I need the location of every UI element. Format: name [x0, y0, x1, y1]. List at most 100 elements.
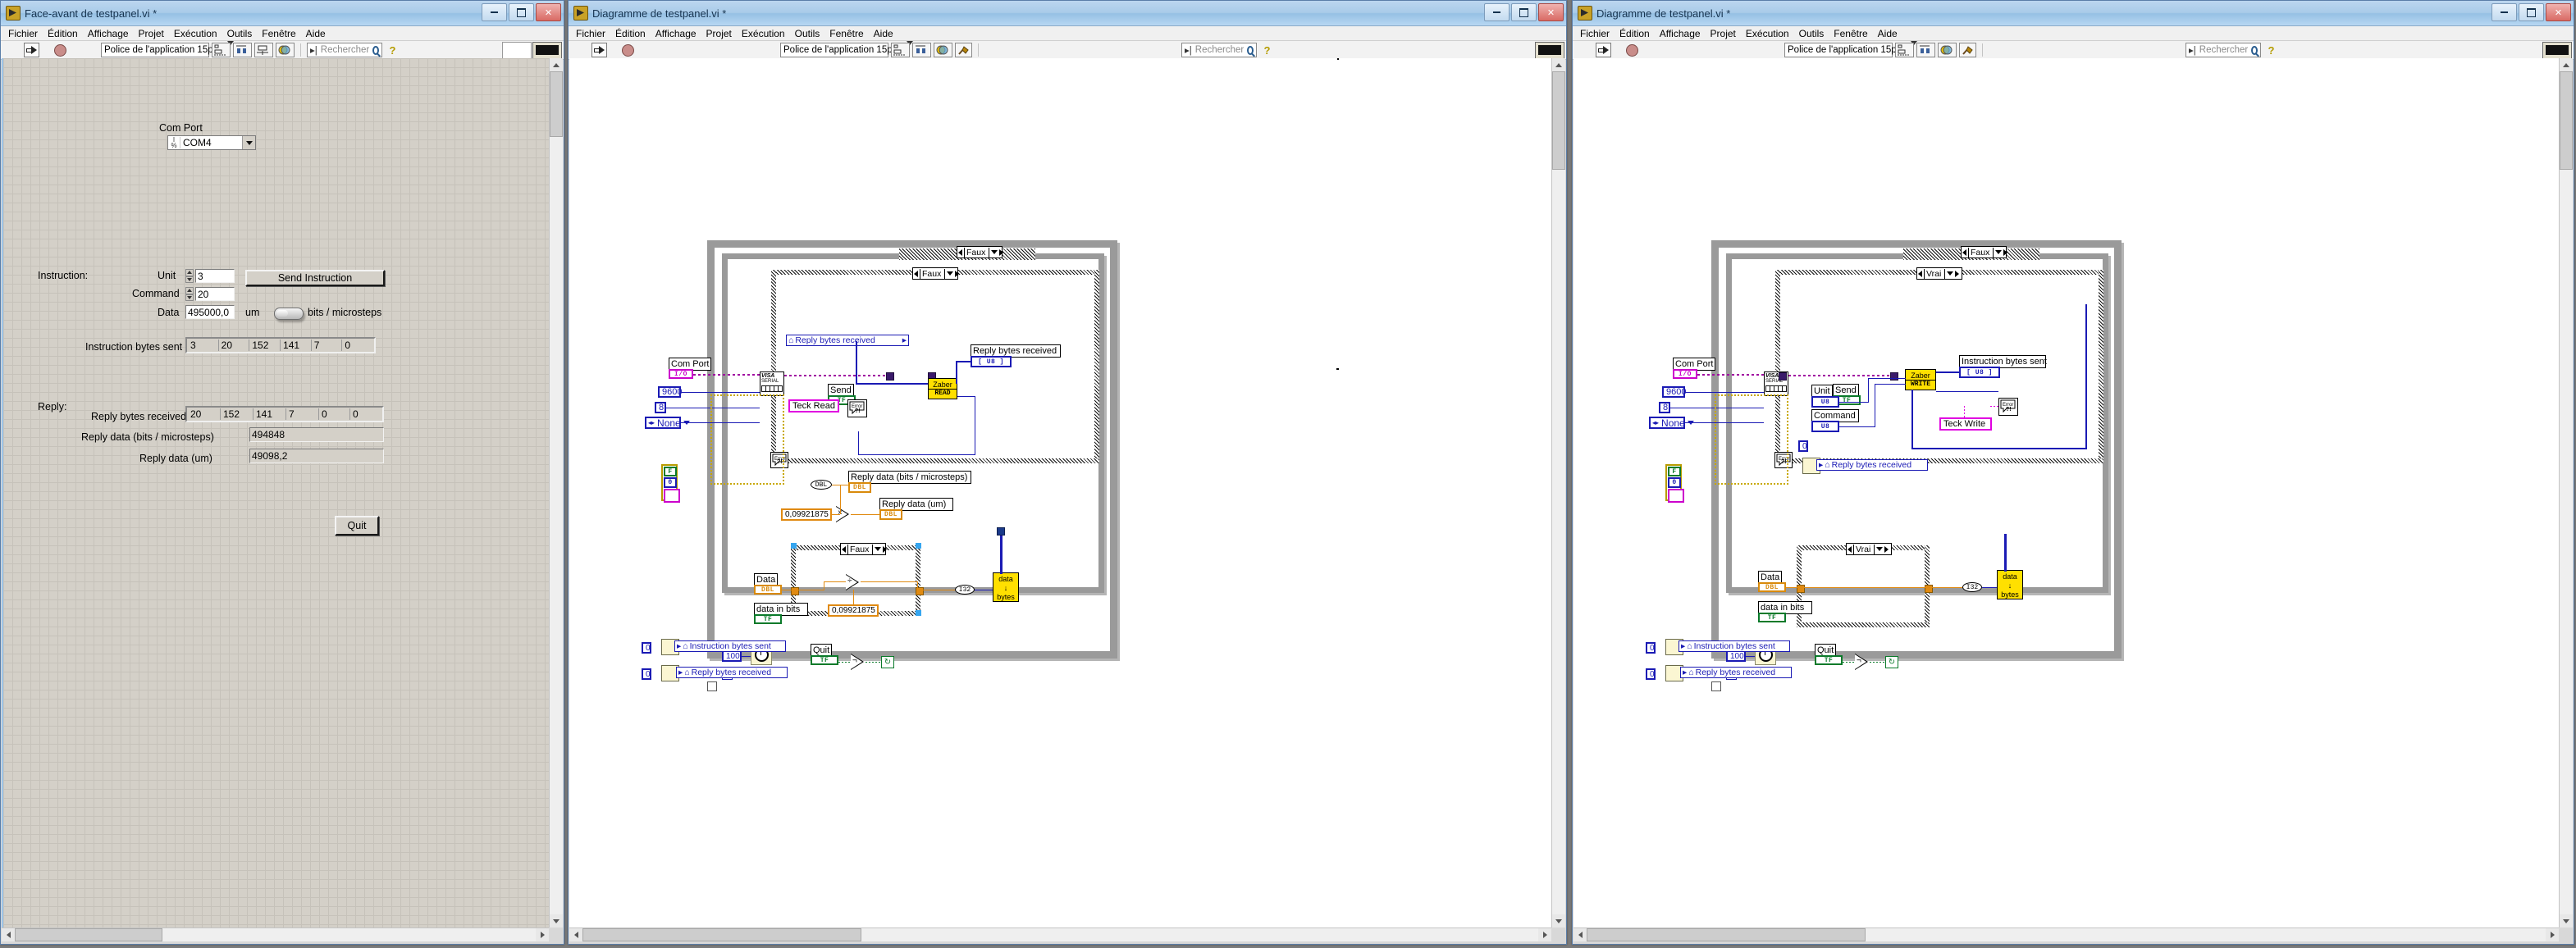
- tunnel-visa-outer[interactable]: [1890, 372, 1898, 381]
- front-window-buttons[interactable]: ✕: [482, 3, 561, 21]
- tunnel-data-bytes[interactable]: [997, 527, 1005, 536]
- wait-ms-constant[interactable]: 100: [722, 650, 742, 662]
- i32-conversion-node[interactable]: I32: [955, 585, 975, 595]
- menu-projet[interactable]: Projet: [135, 27, 168, 40]
- clean-up-diagram-button[interactable]: [1959, 43, 1976, 57]
- send-instruction-button[interactable]: Send Instruction: [245, 270, 385, 286]
- unit-terminal[interactable]: U8: [1811, 396, 1839, 408]
- middle-toolbar[interactable]: Police de l'application 15pts ▸| R: [569, 41, 1566, 60]
- menu-fichier[interactable]: Fichier: [1576, 27, 1614, 40]
- unit-spinner[interactable]: [185, 269, 194, 283]
- abort-button[interactable]: [53, 43, 68, 57]
- scale-constant-lower[interactable]: 0,09921875: [828, 604, 879, 617]
- maximize-button[interactable]: [1511, 3, 1537, 21]
- com-port-terminal[interactable]: I/O: [669, 369, 693, 379]
- data-to-bytes-subvi[interactable]: data ↓ bytes: [1997, 570, 2023, 599]
- font-selector[interactable]: Police de l'application 15pts: [780, 43, 888, 57]
- data-to-bytes-subvi[interactable]: data ↓ bytes: [993, 572, 1019, 602]
- case-prev-icon[interactable]: [1918, 271, 1922, 277]
- command-input[interactable]: 20: [195, 287, 235, 301]
- search-icon[interactable]: [2251, 46, 2258, 55]
- context-help-button[interactable]: ?: [385, 43, 400, 57]
- visa-serial-configure-node[interactable]: VISA SERIAL: [760, 371, 784, 396]
- case-dropdown-icon[interactable]: [1995, 250, 2002, 254]
- maximize-button[interactable]: [509, 3, 534, 21]
- case-selector-lower[interactable]: Vrai: [1846, 543, 1892, 555]
- com-port-ring[interactable]: I% COM4: [167, 135, 256, 150]
- zero-constant-b[interactable]: 0: [642, 668, 651, 680]
- menu-fenetre[interactable]: Fenêtre: [1829, 27, 1871, 40]
- close-button[interactable]: ✕: [2546, 3, 2571, 21]
- right-toolbar[interactable]: Police de l'application 15pts ▸| R: [1573, 41, 2574, 60]
- error-cluster-constant[interactable]: F 0: [661, 464, 678, 501]
- case-next-icon[interactable]: [999, 249, 1003, 256]
- reply-data-bits-terminal[interactable]: DBL: [848, 482, 871, 493]
- quit-button[interactable]: Quit: [335, 516, 379, 536]
- divide-function[interactable]: ÷: [846, 574, 861, 590]
- tunnel-data-in[interactable]: [1797, 585, 1805, 593]
- case-next-icon[interactable]: [1955, 271, 1959, 277]
- resize-objects-button[interactable]: [254, 43, 273, 57]
- reorder-objects-button[interactable]: [1938, 43, 1957, 57]
- case-next-icon[interactable]: [955, 271, 959, 277]
- reply-bytes-local-variable[interactable]: ▸ ⌂ Reply bytes received: [1816, 459, 1928, 471]
- right-titlebar[interactable]: Diagramme de testpanel.vi * ✕: [1573, 1, 2574, 26]
- zero-constant-b[interactable]: 0: [1646, 668, 1656, 680]
- case-next-icon[interactable]: [2003, 249, 2007, 256]
- data-terminal[interactable]: DBL: [754, 585, 782, 595]
- not-function[interactable]: ¬: [1855, 654, 1870, 670]
- middle-vertical-scrollbar[interactable]: [1551, 58, 1565, 927]
- reply-bytes-local-variable-bottom[interactable]: ▸ ⌂ Reply bytes received: [1680, 667, 1792, 678]
- middle-diagram-canvas[interactable]: Faux Faux Com Port I/O 9600 8 ◂▸ None: [569, 58, 1551, 927]
- menu-aide[interactable]: Aide: [302, 27, 330, 40]
- search-input[interactable]: ▸| Rechercher: [1181, 43, 1257, 57]
- case-selector-inner[interactable]: Faux: [912, 267, 958, 280]
- front-toolbar[interactable]: Police de l'application 15pts ▸| R: [1, 41, 564, 60]
- tunnel-data-out[interactable]: [1925, 585, 1933, 593]
- menu-fenetre[interactable]: Fenêtre: [825, 27, 867, 40]
- case-prev-icon[interactable]: [914, 271, 918, 277]
- right-vertical-scrollbar[interactable]: [2559, 58, 2573, 927]
- tunnel-visa-inner[interactable]: [1779, 372, 1787, 381]
- wait-ms-constant[interactable]: 100: [1726, 650, 1746, 662]
- case-prev-icon[interactable]: [958, 249, 962, 256]
- teck-read-string-constant[interactable]: Teck Read: [788, 399, 839, 412]
- maximize-button[interactable]: [2519, 3, 2544, 21]
- case-selector-outer[interactable]: Faux: [957, 246, 1003, 258]
- instruction-bytes-array[interactable]: 3 20 152 141 7 0: [185, 337, 376, 353]
- reply-bytes-local-variable[interactable]: ⌂ Reply bytes received ▸: [786, 335, 909, 346]
- zero-constant-a[interactable]: 0: [642, 642, 651, 654]
- command-spinner[interactable]: [185, 287, 194, 301]
- menu-fichier[interactable]: Fichier: [572, 27, 610, 40]
- selection-handle[interactable]: [916, 610, 921, 616]
- menu-aide[interactable]: Aide: [1874, 27, 1902, 40]
- block-diagram-window-true-case[interactable]: Diagramme de testpanel.vi * ✕ Fichier Éd…: [1572, 0, 2574, 945]
- not-function[interactable]: ¬: [851, 654, 866, 670]
- minimize-button[interactable]: [2492, 3, 2517, 21]
- menu-aide[interactable]: Aide: [870, 27, 897, 40]
- selection-handle[interactable]: [916, 543, 921, 549]
- front-horizontal-scrollbar[interactable]: [2, 927, 549, 941]
- dbl-conversion-node[interactable]: DBL: [811, 480, 832, 490]
- reorder-objects-button[interactable]: [276, 43, 295, 57]
- case-prev-icon[interactable]: [842, 546, 846, 553]
- case-dropdown-icon[interactable]: [991, 250, 998, 254]
- front-panel-titlebar[interactable]: Face-avant de testpanel.vi * ✕: [1, 1, 564, 26]
- case-dropdown-icon[interactable]: [875, 547, 881, 551]
- zero-constant-a[interactable]: 0: [1646, 642, 1656, 654]
- teck-write-string-constant[interactable]: Teck Write: [1939, 417, 1992, 431]
- case-dropdown-icon[interactable]: [1947, 271, 1953, 276]
- right-window-buttons[interactable]: ✕: [2492, 3, 2571, 21]
- search-input[interactable]: ▸| Rechercher: [2185, 43, 2261, 57]
- minimize-button[interactable]: [1484, 3, 1510, 21]
- zero-constant-c[interactable]: 0: [1798, 440, 1808, 452]
- middle-menubar[interactable]: Fichier Édition Affichage Projet Exécuti…: [569, 26, 1566, 41]
- close-button[interactable]: ✕: [1538, 3, 1564, 21]
- data-bits-constant[interactable]: 8: [1659, 402, 1670, 413]
- reply-bytes-indicator-terminal[interactable]: [ U8 ]: [971, 356, 1012, 367]
- zaber-write-subvi[interactable]: Zaber WRITE: [1905, 369, 1936, 390]
- menu-affichage[interactable]: Affichage: [84, 27, 133, 40]
- menu-projet[interactable]: Projet: [1706, 27, 1740, 40]
- loop-condition-terminal[interactable]: ↻: [881, 656, 894, 668]
- close-button[interactable]: ✕: [536, 3, 561, 21]
